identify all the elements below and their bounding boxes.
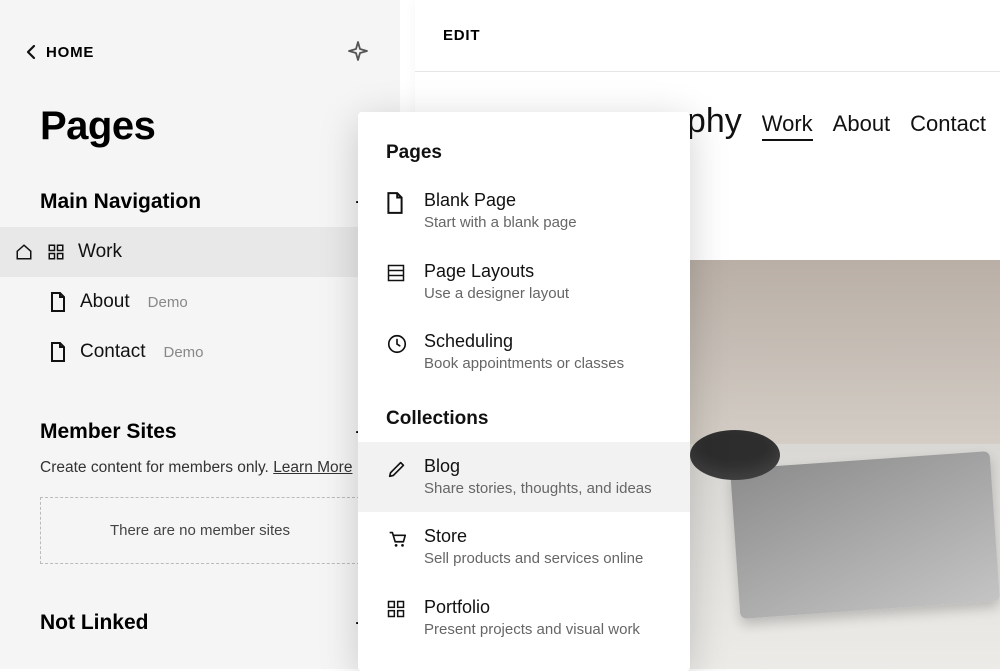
site-nav-work[interactable]: Work [762, 111, 813, 141]
page-icon [48, 342, 68, 362]
chevron-left-icon [26, 44, 36, 60]
popover-item-title: Blank Page [424, 190, 577, 211]
popover-item-desc: Book appointments or classes [424, 354, 624, 374]
section-member-sites: Member Sites + Create content for member… [0, 419, 400, 564]
pen-icon [386, 456, 408, 480]
section-main-navigation: Main Navigation + Work About Demo [0, 189, 400, 377]
popover-item-title: Page Layouts [424, 261, 569, 282]
nav-item-label: About [80, 291, 130, 313]
page-icon [48, 292, 68, 312]
popover-item-desc: Use a designer layout [424, 284, 569, 304]
grid-icon [46, 243, 66, 261]
popover-item-blog[interactable]: Blog Share stories, thoughts, and ideas [358, 442, 690, 513]
clock-icon [386, 331, 408, 355]
site-nav-about[interactable]: About [833, 111, 891, 141]
popover-item-scheduling[interactable]: Scheduling Book appointments or classes [358, 317, 690, 388]
popover-item-desc: Share stories, thoughts, and ideas [424, 479, 652, 499]
add-page-popover: Pages Blank Page Start with a blank page… [358, 112, 690, 671]
popover-item-page-layouts[interactable]: Page Layouts Use a designer layout [358, 247, 690, 318]
popover-item-portfolio[interactable]: Portfolio Present projects and visual wo… [358, 583, 690, 654]
site-nav: Work About Contact [762, 111, 986, 141]
nav-item-label: Work [78, 241, 122, 263]
learn-more-link[interactable]: Learn More [273, 459, 352, 476]
member-sites-description: Create content for members only. Learn M… [0, 459, 400, 477]
page-title: Pages [0, 64, 400, 149]
popover-item-store[interactable]: Store Sell products and services online [358, 512, 690, 583]
popover-item-desc: Present projects and visual work [424, 620, 640, 640]
not-linked-heading: Not Linked [40, 611, 149, 635]
nav-item-about[interactable]: About Demo [0, 277, 400, 327]
nav-item-work[interactable]: Work [0, 227, 400, 277]
nav-item-contact[interactable]: Contact Demo [0, 327, 400, 377]
pages-sidebar: HOME Pages Main Navigation + Work [0, 0, 400, 669]
sparkle-icon[interactable] [346, 40, 370, 64]
popover-item-title: Scheduling [424, 331, 624, 352]
popover-item-title: Store [424, 526, 643, 547]
home-link[interactable]: HOME [26, 44, 94, 61]
nav-item-label: Contact [80, 341, 145, 363]
section-not-linked: Not Linked + [0, 610, 400, 636]
layouts-icon [386, 261, 408, 283]
popover-heading-collections: Collections [358, 402, 690, 430]
popover-item-title: Blog [424, 456, 652, 477]
main-nav-heading: Main Navigation [40, 190, 201, 214]
page-icon [386, 190, 408, 214]
home-label: HOME [46, 44, 94, 61]
popover-item-desc: Start with a blank page [424, 213, 577, 233]
site-nav-contact[interactable]: Contact [910, 111, 986, 141]
grid-icon [386, 597, 408, 619]
demo-tag: Demo [163, 344, 203, 361]
popover-heading-pages: Pages [358, 142, 690, 164]
demo-tag: Demo [148, 294, 188, 311]
member-sites-empty: There are no member sites [40, 497, 360, 564]
preview-topbar: EDIT [415, 0, 1000, 72]
home-marker-icon [14, 243, 34, 261]
member-sites-heading: Member Sites [40, 420, 177, 444]
popover-item-blank-page[interactable]: Blank Page Start with a blank page [358, 176, 690, 247]
cart-icon [386, 526, 408, 550]
edit-button[interactable]: EDIT [443, 27, 480, 44]
popover-item-desc: Sell products and services online [424, 549, 643, 569]
popover-item-title: Portfolio [424, 597, 640, 618]
